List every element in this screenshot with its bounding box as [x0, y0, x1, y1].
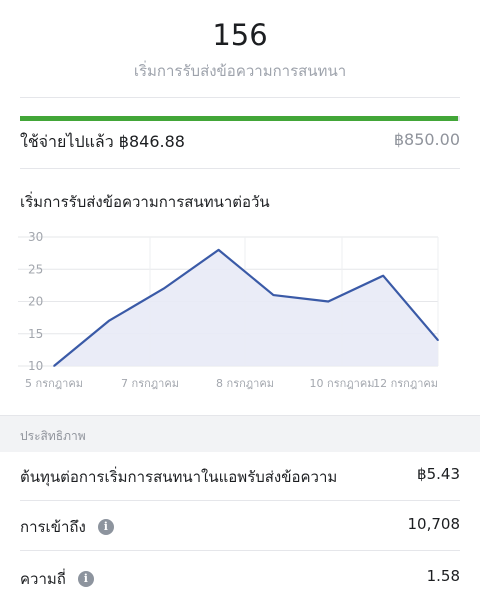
reach-label: การเข้าถึง i — [20, 515, 114, 539]
frequency-value: 1.58 — [426, 567, 460, 585]
data-point — [272, 294, 275, 296]
x-tick-label: 12 กรกฎาคม — [373, 377, 438, 390]
daily-conversations-chart: 30 25 20 15 10 5 กรกฎาคม 7 กรกฎาคม 8 กรกฎาคม 10 … — [18, 230, 439, 390]
row-label-text: ความถี่ — [20, 570, 66, 588]
y-tick-label: 25 — [28, 262, 43, 276]
cost-per-conversation-label: ต้นทุนต่อการเริ่มการสนทนาในแอพรับส่งข้อค… — [20, 465, 337, 489]
data-point — [108, 320, 110, 322]
data-point — [53, 365, 55, 367]
y-tick-label: 10 — [28, 359, 43, 373]
divider — [20, 500, 460, 501]
row-label-text: ต้นทุนต่อการเริ่มการสนทนาในแอพรับส่งข้อค… — [20, 468, 338, 486]
row-label-text: การเข้าถึง — [20, 518, 86, 536]
conversation-count-label: เริ่มการรับส่งข้อความการสนทนา — [133, 62, 347, 80]
frequency-label: ความถี่ i — [20, 567, 94, 591]
budget-progress-fill — [20, 116, 459, 121]
y-tick-label: 30 — [28, 230, 43, 244]
cost-per-conversation-value: ฿5.43 — [417, 465, 460, 483]
divider — [20, 168, 460, 169]
x-tick-label: 8 กรกฎาคม — [216, 377, 274, 390]
y-tick-label: 20 — [28, 295, 43, 309]
x-tick-label: 7 กรกฎาคม — [121, 377, 179, 390]
budget-total: ฿850.00 — [393, 130, 460, 149]
reach-value: 10,708 — [407, 515, 461, 533]
chart-area — [54, 249, 438, 366]
divider — [20, 97, 460, 98]
x-tick-label: 10 กรกฎาคม — [310, 377, 375, 390]
y-tick-label: 15 — [28, 327, 43, 341]
amount-spent: ใช้จ่ายไปแล้ว ฿846.88 — [20, 132, 185, 151]
data-point — [327, 300, 330, 303]
info-icon[interactable]: i — [77, 571, 94, 587]
data-point — [382, 274, 384, 277]
conversation-count: 156 — [212, 18, 268, 52]
performance-section-header: ประสิทธิภาพ — [0, 415, 480, 452]
info-icon[interactable]: i — [97, 519, 114, 535]
data-point — [162, 287, 165, 290]
chart-title: เริ่มการรับส่งข้อความการสนทนาต่อวัน — [20, 193, 270, 211]
budget-progress-bar — [20, 116, 460, 121]
data-point — [437, 339, 439, 341]
section-title: ประสิทธิภาพ — [20, 429, 86, 443]
divider — [20, 550, 460, 551]
x-tick-label: 5 กรกฎาคม — [25, 377, 83, 390]
data-point — [217, 249, 220, 251]
